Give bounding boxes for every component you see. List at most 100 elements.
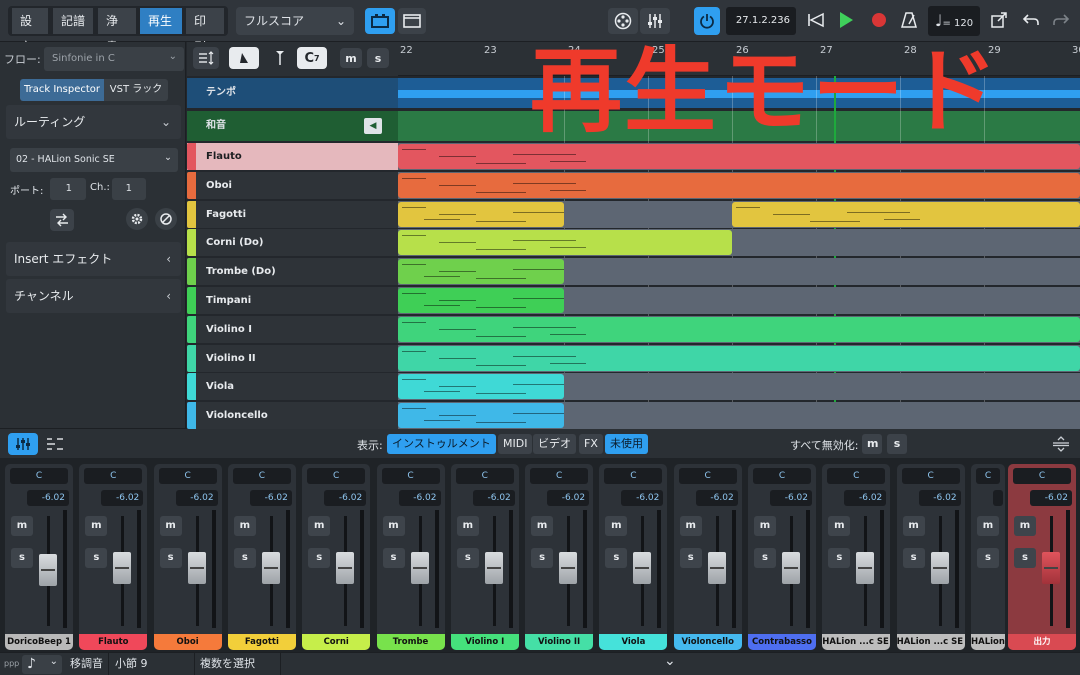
resize-handle-icon[interactable] [1052,436,1070,455]
galley-view-icon[interactable] [365,8,395,34]
mute-button[interactable]: m [85,516,108,536]
track-header[interactable]: Violoncello [187,402,398,430]
solo-button[interactable]: s [233,548,256,568]
filter-unused[interactable]: 未使用 [605,434,648,454]
channel-name[interactable]: HALion [971,634,1005,650]
solo-button[interactable]: s [754,548,776,568]
midi-region[interactable] [398,345,1080,371]
mute-button[interactable]: m [308,516,331,536]
midi-region[interactable] [398,201,564,227]
tab-track-inspector[interactable]: Track Inspector [20,79,104,101]
solo-button[interactable]: s [902,548,925,568]
solo-button[interactable]: s [308,548,331,568]
chord-symbol-icon[interactable]: C7 [297,47,327,69]
video-reel-icon[interactable] [608,8,638,34]
disable-all-solo-button[interactable]: s [887,434,907,454]
channel-section-header[interactable]: チャンネル ‹ [6,279,181,313]
export-icon[interactable] [990,11,1008,32]
channel-name[interactable]: Trombe [376,634,445,650]
layout-select[interactable]: フルスコア ⌄ [236,7,354,35]
midi-region[interactable] [398,259,564,285]
power-icon[interactable] [694,7,720,35]
speaker-icon[interactable]: ◀ [364,118,382,134]
mixer-faders-icon[interactable] [8,433,38,455]
track-header[interactable]: Violino II [187,344,398,372]
mute-button[interactable]: m [233,516,256,536]
pan-display[interactable]: C [976,468,1000,484]
mute-button[interactable]: m [456,516,479,536]
mute-button[interactable]: m [159,516,182,536]
track-lane[interactable] [398,229,1080,257]
metronome-icon[interactable] [900,11,918,32]
pan-display[interactable]: C [455,468,514,484]
midi-region[interactable] [732,201,1080,227]
channel-name[interactable]: Fagotti [227,634,296,650]
volume-display[interactable]: -6.02 [27,490,69,506]
window-icon[interactable] [398,8,426,34]
mute-button[interactable]: m [977,516,999,536]
volume-display[interactable]: -6.02 [101,490,144,506]
marker-tool-icon[interactable] [269,47,291,69]
track-header[interactable]: Flauto [187,143,398,170]
volume-fader[interactable] [261,552,280,584]
mute-button[interactable]: m [605,516,628,536]
midi-region[interactable] [398,230,732,256]
channel-stepper[interactable]: 1 [112,178,146,200]
solo-button[interactable]: s [159,548,182,568]
midi-region[interactable] [398,374,564,400]
volume-display[interactable]: -6.02 [398,490,441,506]
tab-vst-rack[interactable]: VST ラック [104,79,168,101]
track-lane[interactable] [398,315,1080,343]
volume-fader[interactable] [484,552,503,584]
track-lane[interactable] [398,200,1080,228]
filter-video[interactable]: ビデオ [533,434,576,454]
flow-select[interactable]: Sinfonie in C ⌄ [44,47,184,71]
filter-fx[interactable]: FX [579,434,603,454]
channel-name[interactable]: DoricoBeep 1 [5,634,73,650]
midi-region[interactable] [398,403,564,429]
mode-tab-setup[interactable]: 設定 [12,8,48,54]
volume-fader[interactable] [187,552,206,584]
record-icon[interactable] [870,11,888,32]
volume-display[interactable]: -6.02 [844,490,887,506]
track-lane[interactable] [398,143,1080,170]
undo-icon[interactable] [1022,11,1040,32]
volume-display[interactable]: -6.02 [918,490,961,506]
mute-button[interactable]: m [828,516,851,536]
volume-fader[interactable] [782,552,800,584]
track-header[interactable]: Corni (Do) [187,229,398,257]
solo-button[interactable]: s [828,548,851,568]
volume-display[interactable] [993,490,1003,506]
routing-swap-icon[interactable] [50,209,74,231]
midi-region[interactable] [398,288,564,313]
channel-name[interactable]: Corni [302,634,371,650]
filter-midi[interactable]: MIDI [498,434,533,454]
volume-display[interactable]: -6.02 [472,490,515,506]
channel-name[interactable]: Flauto [79,634,148,650]
mute-button[interactable]: m [1014,516,1036,536]
pan-display[interactable]: C [158,468,217,484]
volume-fader[interactable] [559,552,578,584]
pan-display[interactable]: C [1013,468,1071,484]
volume-fader[interactable] [39,554,57,586]
pan-display[interactable]: C [901,468,960,484]
midi-region[interactable] [398,316,1080,342]
pan-display[interactable]: C [232,468,291,484]
volume-display[interactable]: -6.02 [324,490,367,506]
track-lane[interactable] [398,402,1080,430]
disable-icon[interactable] [155,208,177,230]
track-header[interactable]: Fagotti [187,200,398,228]
channel-name[interactable]: HALion ...c SE 12 [896,634,965,650]
mute-button[interactable]: m [902,516,925,536]
collapse-panel-icon[interactable]: ⌄ [664,650,676,672]
track-lane[interactable] [398,258,1080,286]
solo-button[interactable]: s [11,548,33,568]
note-value-select[interactable]: ♪ ⌄ [22,655,62,674]
midi-region[interactable] [398,172,1080,198]
volume-fader[interactable] [633,552,652,584]
mute-button[interactable]: m [11,516,33,536]
instrument-select[interactable]: 02 - HALion Sonic SE ⌄ [10,148,178,172]
track-header[interactable]: Violino I [187,315,398,343]
port-stepper[interactable]: 1 [50,178,86,200]
volume-display[interactable]: -6.02 [695,490,738,506]
